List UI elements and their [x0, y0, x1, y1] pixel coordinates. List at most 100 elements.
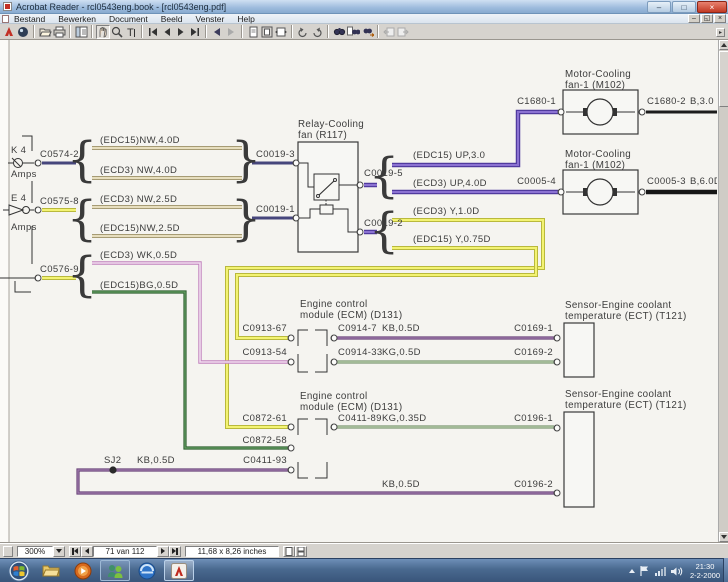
- search-icon[interactable]: [346, 25, 360, 39]
- taskbar-ie-button[interactable]: [132, 560, 162, 581]
- find-icon[interactable]: [332, 25, 346, 39]
- label-c0914-7: C0914-7: [338, 323, 377, 334]
- statusbar-grip[interactable]: [3, 546, 13, 557]
- fit-width-icon[interactable]: [274, 25, 288, 39]
- text-select-tool-icon[interactable]: T: [124, 25, 138, 39]
- show-navpane-icon[interactable]: [74, 25, 88, 39]
- acrobat-logo-icon[interactable]: [2, 25, 16, 39]
- maximize-button[interactable]: □: [672, 1, 696, 13]
- vertical-scrollbar[interactable]: [718, 40, 728, 543]
- label-wire-ecd3-up40: (ECD3) UP,4.0D: [413, 178, 487, 189]
- network-icon[interactable]: [654, 566, 666, 577]
- label-c0019-5: C0019-5: [364, 168, 403, 179]
- zoom-level-box[interactable]: 300%: [17, 546, 53, 557]
- taskbar-explorer-button[interactable]: [36, 560, 66, 581]
- taskbar-clock[interactable]: 21:30 2-2-2000: [690, 562, 720, 581]
- single-page-layout-button[interactable]: [283, 546, 295, 557]
- prev-page-button[interactable]: [81, 546, 93, 557]
- label-c0913-54: C0913-54: [242, 347, 287, 358]
- status-bar: 300% 71 van 112 11,68 x 8,26 inches: [0, 543, 728, 558]
- label-motor1-title-2: fan-1 (M102): [565, 80, 625, 91]
- prev-highlight-icon[interactable]: [382, 25, 396, 39]
- toolbar: T: [0, 24, 728, 40]
- zoom-dropdown-button[interactable]: [53, 546, 65, 557]
- mdi-close-button[interactable]: ×: [714, 14, 726, 23]
- continuous-layout-button[interactable]: [295, 546, 307, 557]
- rotate-right-icon[interactable]: [310, 25, 324, 39]
- close-button[interactable]: ×: [697, 1, 727, 13]
- label-motor2-title-2: fan-1 (M102): [565, 160, 625, 171]
- document-page[interactable]: { } { } { { { K 4 Amps C0574-2 (EDC15)NW…: [0, 40, 717, 543]
- menu-bewerken[interactable]: Bewerken: [58, 14, 96, 24]
- label-c0411-89: C0411-89: [338, 413, 382, 424]
- clock-date: 2-2-2000: [690, 571, 720, 580]
- label-ecm2-title-2: module (ECM) (D131): [300, 402, 402, 413]
- label-wire-kb05-b: KB,0.5D: [137, 455, 175, 466]
- system-tray: 21:30 2-2-2000: [629, 559, 720, 582]
- menu-venster[interactable]: Venster: [196, 14, 225, 24]
- label-wire-ecd3-wk05: (ECD3) WK,0.5D: [100, 250, 177, 261]
- title-bar[interactable]: Acrobat Reader - rcl0543eng.book - [rcl0…: [0, 0, 728, 14]
- print-icon[interactable]: [52, 25, 66, 39]
- fit-page-icon[interactable]: [260, 25, 274, 39]
- next-page-button[interactable]: [157, 546, 169, 557]
- label-wire-kg035: KG,0.35D: [382, 413, 427, 424]
- page-indicator[interactable]: 71 van 112: [93, 546, 157, 557]
- action-center-flag-icon[interactable]: [639, 565, 650, 577]
- document-icon: [2, 15, 9, 23]
- label-wire-edc15-y075: (EDC15) Y,0.75D: [413, 234, 491, 245]
- mdi-minimize-button[interactable]: –: [688, 14, 700, 23]
- actual-size-icon[interactable]: [246, 25, 260, 39]
- open-file-icon[interactable]: [38, 25, 52, 39]
- hand-tool-icon[interactable]: [96, 25, 110, 39]
- menu-bestand[interactable]: Bestand: [14, 14, 45, 24]
- toolbar-separator: [141, 25, 143, 38]
- web-eye-icon[interactable]: [16, 25, 30, 39]
- label-c0196-2: C0196-2: [514, 479, 553, 490]
- taskbar: 21:30 2-2-2000: [0, 558, 728, 582]
- mdi-restore-button[interactable]: ◱: [701, 14, 713, 23]
- label-c0575-8: C0575-8: [40, 196, 79, 207]
- toolbar-overflow-button[interactable]: ▸: [716, 28, 725, 37]
- window-title: Acrobat Reader - rcl0543eng.book - [rcl0…: [16, 2, 226, 12]
- tray-expand-icon[interactable]: [629, 569, 635, 573]
- label-ecm1-title-2: module (ECM) (D131): [300, 310, 402, 321]
- prev-page-icon[interactable]: [160, 25, 174, 39]
- next-highlight-icon[interactable]: [396, 25, 410, 39]
- taskbar-people-button[interactable]: [100, 560, 130, 581]
- next-page-icon[interactable]: [174, 25, 188, 39]
- menu-beeld[interactable]: Beeld: [161, 14, 183, 24]
- motor-fan-1-component: [563, 90, 638, 134]
- taskbar-media-button[interactable]: [68, 560, 98, 581]
- scroll-up-button[interactable]: [719, 40, 728, 50]
- first-page-button[interactable]: [69, 546, 81, 557]
- taskbar-adobe-reader-button[interactable]: [164, 560, 194, 581]
- go-back-icon[interactable]: [210, 25, 224, 39]
- rotate-left-icon[interactable]: [296, 25, 310, 39]
- menu-document[interactable]: Document: [109, 14, 148, 24]
- toolbar-separator: [91, 25, 93, 38]
- toolbar-separator: [327, 25, 329, 38]
- search-results-icon[interactable]: [360, 25, 374, 39]
- label-ecm1-title-1: Engine control: [300, 299, 368, 310]
- minimize-button[interactable]: –: [647, 1, 671, 13]
- label-wire-ecd3-y10: (ECD3) Y,1.0D: [413, 206, 480, 217]
- scrollbar-thumb[interactable]: [719, 51, 728, 107]
- start-button[interactable]: [4, 560, 34, 581]
- ect2-component: [564, 412, 594, 507]
- svg-text:}: }: [231, 191, 262, 247]
- speaker-icon[interactable]: [670, 566, 683, 577]
- last-page-icon[interactable]: [188, 25, 202, 39]
- label-wire-edc15-nw25: (EDC15)NW,2.5D: [100, 223, 180, 234]
- document-area: { } { } { { { K 4 Amps C0574-2 (EDC15)NW…: [0, 40, 728, 543]
- zoom-tool-icon[interactable]: [110, 25, 124, 39]
- menu-help[interactable]: Help: [237, 14, 254, 24]
- page-size-box: 11,68 x 8,26 inches: [185, 546, 279, 557]
- first-page-icon[interactable]: [146, 25, 160, 39]
- last-page-button[interactable]: [169, 546, 181, 557]
- go-forward-icon[interactable]: [224, 25, 238, 39]
- label-wire-b60: B,6.0D: [690, 176, 717, 187]
- toolbar-separator: [241, 25, 243, 38]
- scroll-down-button[interactable]: [719, 532, 728, 542]
- show-desktop-button[interactable]: [723, 558, 728, 582]
